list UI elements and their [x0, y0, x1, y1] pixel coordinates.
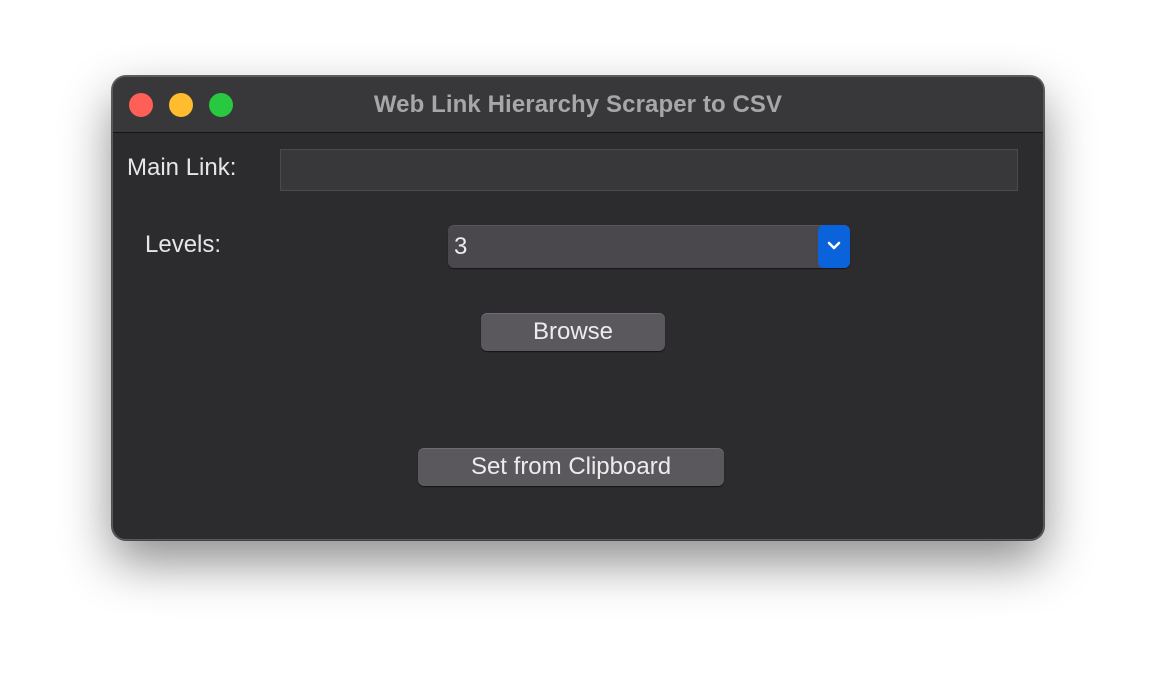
- main-link-input[interactable]: [280, 149, 1018, 191]
- window-title: Web Link Hierarchy Scraper to CSV: [373, 91, 783, 118]
- browse-button[interactable]: Browse: [481, 313, 665, 351]
- levels-dropdown-button[interactable]: [818, 225, 850, 268]
- set-from-clipboard-button[interactable]: Set from Clipboard: [418, 448, 724, 486]
- main-link-label: Main Link:: [127, 154, 237, 181]
- app-window: Web Link Hierarchy Scraper to CSV Main L…: [112, 76, 1044, 540]
- form-area: Main Link: Levels: 3 Browse Set from Cli…: [113, 134, 1043, 539]
- title-bar[interactable]: Web Link Hierarchy Scraper to CSV: [113, 77, 1043, 133]
- levels-dropdown[interactable]: 3: [448, 225, 850, 268]
- chevron-down-icon: [827, 241, 841, 250]
- levels-selected-value: 3: [454, 233, 468, 260]
- levels-label: Levels:: [145, 231, 222, 258]
